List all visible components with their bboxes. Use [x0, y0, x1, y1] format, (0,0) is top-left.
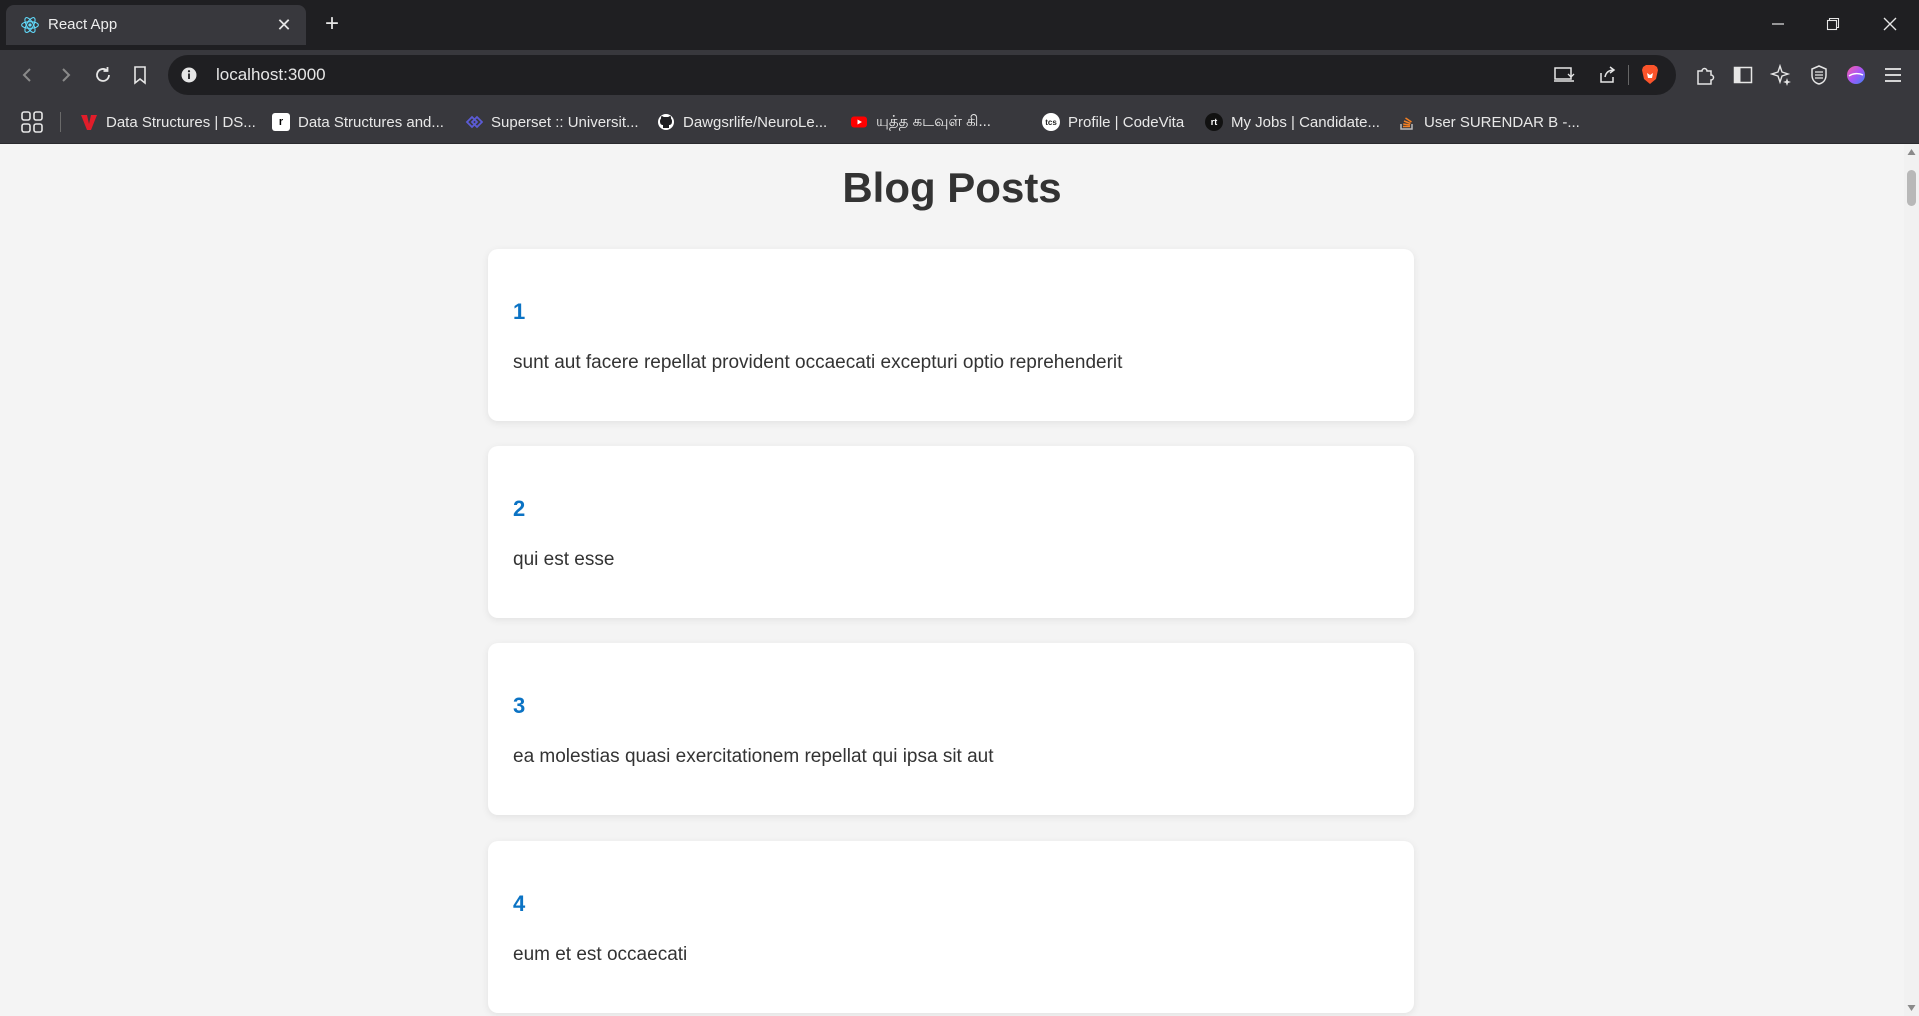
- bookmark-item[interactable]: r Data Structures and...: [272, 110, 444, 134]
- cast-icon: [1554, 67, 1575, 82]
- post-title: sunt aut facere repellat provident occae…: [513, 352, 1123, 373]
- stackoverflow-icon: [1400, 117, 1413, 130]
- tcs-icon: tcs: [1042, 113, 1060, 131]
- puzzle-icon: [1697, 67, 1715, 85]
- close-window-button[interactable]: [1870, 8, 1910, 40]
- back-arrow-icon: [22, 68, 31, 82]
- post-card: 1 sunt aut facere repellat provident occ…: [488, 249, 1414, 421]
- github-icon: [658, 114, 674, 130]
- bookmark-item[interactable]: யுத்த கடவுள் கி...: [850, 110, 991, 134]
- scroll-down-arrow-icon[interactable]: [1907, 1004, 1916, 1012]
- bookmark-icon: [134, 66, 146, 85]
- tab-title: React App: [48, 16, 118, 33]
- post-title: eum et est occaecati: [513, 944, 688, 965]
- extensions-button[interactable]: [1690, 60, 1720, 90]
- bookmark-page-button[interactable]: [125, 60, 155, 90]
- post-id: 1: [513, 299, 526, 324]
- post-id: 4: [513, 891, 526, 916]
- page-viewport: Blog Posts 1 sunt aut facere repellat pr…: [0, 144, 1904, 1016]
- tab-strip: React App ✕ +: [0, 0, 1919, 50]
- reload-icon: [96, 67, 110, 82]
- cast-button[interactable]: [1552, 63, 1576, 87]
- sparkle-star-icon: [1770, 64, 1791, 86]
- bookmark-item[interactable]: Dawgsrlife/NeuroLe...: [657, 110, 827, 134]
- bookmark-item[interactable]: User SURENDAR B -...: [1398, 110, 1580, 134]
- wallet-button[interactable]: [1841, 60, 1871, 90]
- bookmark-item[interactable]: rt My Jobs | Candidate...: [1205, 110, 1380, 134]
- bookmark-label: Dawgsrlife/NeuroLe...: [683, 113, 828, 131]
- new-tab-button[interactable]: +: [318, 11, 346, 39]
- react-logo-icon: [21, 17, 39, 33]
- share-icon: [1600, 66, 1616, 83]
- bookmark-label: Data Structures | DS...: [106, 113, 256, 131]
- omnibox-divider: [1628, 65, 1629, 85]
- vertical-scrollbar[interactable]: [1904, 144, 1919, 1016]
- forward-button[interactable]: [50, 60, 80, 90]
- scroll-up-arrow-icon[interactable]: [1907, 148, 1916, 156]
- tab-react-app[interactable]: React App ✕: [6, 5, 306, 45]
- tab-close-icon[interactable]: ✕: [272, 13, 296, 37]
- r-logo-icon: r: [272, 113, 290, 131]
- bookmark-label: Superset :: Universit...: [491, 113, 639, 131]
- url-text[interactable]: localhost:3000: [216, 65, 326, 85]
- post-id: 3: [513, 693, 526, 718]
- share-button[interactable]: [1595, 63, 1619, 87]
- brave-shields-button[interactable]: [1638, 63, 1662, 87]
- red-v-icon: [81, 115, 97, 130]
- post-card: 4 eum et est occaecati: [488, 841, 1414, 1013]
- browser-toolbar: localhost:3000: [0, 50, 1919, 100]
- brave-lion-icon: [1642, 65, 1658, 84]
- post-card: 2 qui est esse: [488, 446, 1414, 618]
- superset-icon: [465, 115, 483, 129]
- bookmark-item[interactable]: Superset :: Universit...: [465, 110, 639, 134]
- bookmark-label: My Jobs | Candidate...: [1231, 113, 1380, 131]
- restore-icon: [1826, 17, 1840, 31]
- site-info-icon[interactable]: [180, 66, 198, 84]
- bookmark-label: User SURENDAR B -...: [1424, 113, 1580, 131]
- browser-chrome: React App ✕ + localhost:3000 Data Struct…: [0, 0, 1919, 144]
- sidebar-icon: [1733, 66, 1753, 84]
- address-bar[interactable]: localhost:3000: [168, 55, 1676, 95]
- hamburger-menu-icon: [1885, 68, 1901, 82]
- youtube-icon: [851, 116, 867, 128]
- minimize-icon: [1772, 23, 1784, 25]
- post-card: 3 ea molestias quasi exercitationem repe…: [488, 643, 1414, 815]
- shield-icon: [1811, 65, 1827, 85]
- close-icon: [1883, 17, 1897, 31]
- bookmark-item[interactable]: tcs Profile | CodeVita: [1042, 110, 1184, 134]
- post-title: ea molestias quasi exercitationem repell…: [513, 746, 994, 767]
- rt-icon: rt: [1205, 113, 1223, 131]
- page-title: Blog Posts: [842, 164, 1062, 211]
- post-id: 2: [513, 496, 526, 521]
- wallet-gradient-icon: [1847, 66, 1865, 84]
- bookmark-item[interactable]: Data Structures | DS...: [80, 110, 256, 134]
- restore-button[interactable]: [1813, 8, 1853, 40]
- bookmarks-bar: Data Structures | DS... r Data Structure…: [0, 100, 1919, 144]
- back-button[interactable]: [13, 60, 43, 90]
- post-title: qui est esse: [513, 549, 615, 570]
- reload-button[interactable]: [88, 60, 118, 90]
- apps-grid-icon[interactable]: [20, 110, 44, 134]
- scrollbar-thumb[interactable]: [1907, 170, 1916, 206]
- leo-ai-button[interactable]: [1766, 60, 1796, 90]
- bookmark-label: யுத்த கடவுள் கி...: [876, 112, 991, 130]
- bookmarks-divider: [60, 112, 61, 132]
- menu-button[interactable]: [1878, 60, 1908, 90]
- bookmark-label: Profile | CodeVita: [1068, 113, 1185, 131]
- vpn-button[interactable]: [1804, 60, 1834, 90]
- forward-arrow-icon: [62, 68, 71, 82]
- minimize-button[interactable]: [1758, 8, 1798, 40]
- sidebar-button[interactable]: [1728, 60, 1758, 90]
- bookmark-label: Data Structures and...: [298, 113, 444, 131]
